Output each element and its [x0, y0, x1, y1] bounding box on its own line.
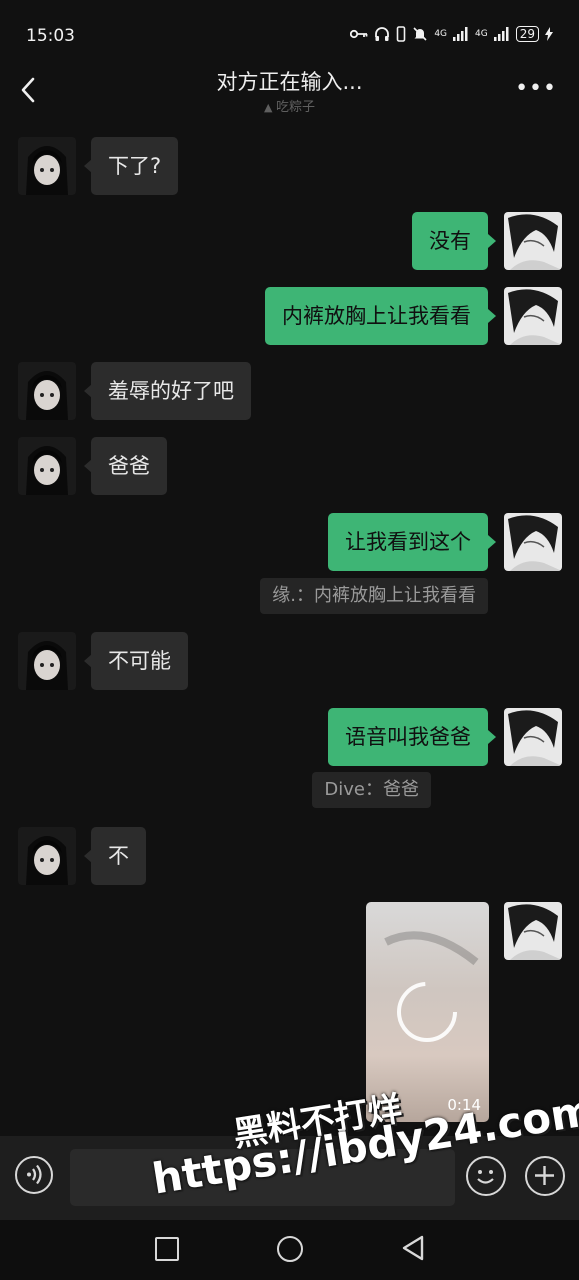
network-label-1: 4G [434, 29, 448, 39]
message-bubble-incoming[interactable]: 下了? [91, 137, 179, 195]
message-bubble-incoming[interactable]: 不 [91, 827, 146, 885]
message-bubble-outgoing[interactable]: 让我看到这个 [328, 513, 488, 571]
headphones-icon [375, 27, 390, 41]
user-avatar[interactable] [504, 902, 562, 960]
voice-icon [27, 1164, 42, 1185]
user-avatar[interactable] [504, 513, 562, 571]
emoji-button[interactable] [466, 1156, 506, 1196]
message-bubble-outgoing[interactable]: 没有 [412, 212, 488, 270]
nav-back-button[interactable] [400, 1234, 426, 1266]
plus-icon [535, 1166, 554, 1185]
chat-title: 对方正在输入... [216, 70, 363, 94]
signal-icon [453, 27, 468, 41]
message-bubble-outgoing[interactable]: 语音叫我爸爸 [328, 708, 488, 766]
message-bubble-incoming[interactable]: 羞辱的好了吧 [91, 362, 251, 420]
contact-avatar[interactable] [18, 362, 76, 420]
contact-avatar[interactable] [18, 437, 76, 495]
message-bubble-incoming[interactable]: 爸爸 [91, 437, 167, 495]
bell-off-icon [413, 27, 427, 41]
contact-avatar[interactable] [18, 137, 76, 195]
status-icons: 4G 4G 29 [350, 26, 553, 42]
subtitle-text: 吃粽子 [275, 100, 315, 115]
triangle-back-icon [402, 1235, 424, 1261]
charging-icon [545, 27, 553, 41]
status-time: 15:03 [26, 26, 75, 46]
bubble-tail [488, 730, 496, 744]
user-avatar[interactable] [504, 212, 562, 270]
key-icon [350, 29, 368, 39]
network-label-2: 4G [475, 29, 488, 39]
quoted-message[interactable]: 缘.：内裤放胸上让我看看 [260, 578, 488, 614]
chat-subtitle: ▲ 吃粽子 [0, 96, 579, 115]
home-button[interactable] [277, 1236, 303, 1262]
message-bubble-incoming[interactable]: 不可能 [91, 632, 188, 690]
plus-button[interactable] [525, 1156, 565, 1196]
contact-avatar[interactable] [18, 632, 76, 690]
message-bubble-outgoing[interactable]: 内裤放胸上让我看看 [265, 287, 488, 345]
contact-avatar[interactable] [18, 827, 76, 885]
recent-apps-button[interactable] [155, 1237, 179, 1261]
more-button[interactable]: ••• [515, 76, 557, 101]
bubble-tail [488, 234, 496, 248]
bubble-tail [488, 535, 496, 549]
user-avatar[interactable] [504, 287, 562, 345]
voice-button[interactable] [15, 1156, 53, 1194]
emoji-icon [477, 1170, 494, 1184]
battery-indicator: 29 [515, 26, 539, 42]
triangle-icon: ▲ [264, 101, 276, 114]
user-avatar[interactable] [504, 708, 562, 766]
signal-icon-2 [493, 27, 509, 41]
vibrate-icon [397, 26, 406, 42]
quoted-message[interactable]: Dive：爸爸 [312, 772, 431, 808]
bubble-tail [488, 309, 496, 323]
